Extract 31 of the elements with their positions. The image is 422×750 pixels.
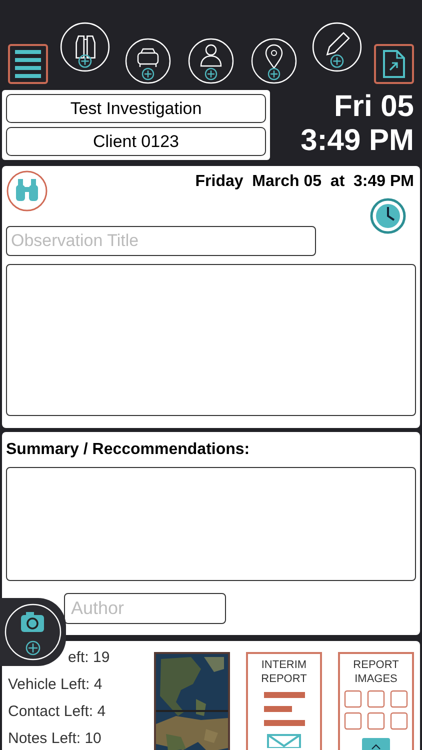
image-grid-icon bbox=[344, 690, 408, 730]
timestamp-text: Friday March 05 at 3:49 PM bbox=[195, 172, 415, 192]
export-document-button[interactable] bbox=[374, 44, 414, 84]
client-field[interactable]: Client 0123 bbox=[6, 127, 266, 156]
person-add-icon[interactable] bbox=[188, 38, 234, 84]
interim-report-tile[interactable]: INTERIM REPORT bbox=[246, 652, 322, 750]
count-text: eft: 19 bbox=[67, 649, 111, 667]
tile-label: REPORT IMAGES bbox=[352, 658, 400, 686]
summary-label: Summary / Reccommendations: bbox=[6, 440, 251, 460]
date-text: Fri 05 bbox=[334, 90, 414, 124]
count-text: Notes Left: 10 bbox=[8, 730, 102, 748]
clock-icon[interactable] bbox=[370, 198, 406, 234]
car-add-icon[interactable] bbox=[125, 38, 172, 84]
investigation-field[interactable]: Test Investigation bbox=[6, 94, 266, 123]
menu-button[interactable] bbox=[8, 44, 48, 84]
upload-button[interactable] bbox=[362, 738, 390, 750]
location-pin-add-icon[interactable] bbox=[250, 38, 297, 84]
count-text: Vehicle Left: 4 bbox=[8, 676, 104, 694]
camera-button[interactable] bbox=[0, 598, 66, 666]
pencil-add-icon[interactable] bbox=[312, 22, 362, 72]
binoculars-icon[interactable] bbox=[6, 170, 48, 212]
tile-label: INTERIM REPORT bbox=[260, 658, 308, 686]
time-text: 3:49 PM bbox=[300, 124, 414, 158]
count-text: Contact Left: 4 bbox=[8, 703, 107, 721]
binoculars-add-icon[interactable] bbox=[60, 22, 110, 72]
document-lines-icon bbox=[264, 692, 304, 728]
summary-text-area[interactable] bbox=[6, 467, 416, 581]
report-images-tile[interactable]: REPORT IMAGES bbox=[338, 652, 414, 750]
camera-add-icon bbox=[4, 603, 62, 661]
envelope-icon bbox=[267, 734, 301, 748]
document-export-icon bbox=[382, 49, 406, 79]
